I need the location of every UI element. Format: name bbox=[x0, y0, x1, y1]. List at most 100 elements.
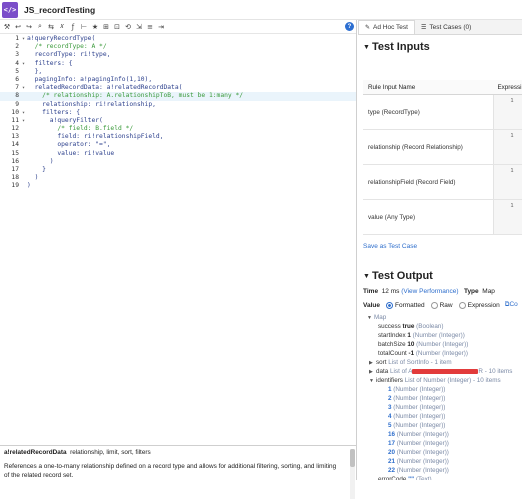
code-line: 15 value: ri!value bbox=[0, 150, 356, 158]
toolbar-button-9[interactable]: ⊞ bbox=[101, 22, 111, 32]
toolbar-button-2[interactable]: ↪ bbox=[24, 22, 34, 32]
tree-key: errorCode bbox=[378, 476, 409, 480]
copy-label: Co bbox=[509, 301, 518, 308]
tree-value: -1 bbox=[408, 350, 416, 357]
test-inputs-header[interactable]: ▼ Test Inputs bbox=[363, 41, 430, 53]
code-line: 8 /* relationship: A.relationshipToB, mu… bbox=[0, 92, 356, 101]
test-output-title: Test Output bbox=[371, 270, 433, 282]
chevron-down-icon: ▼ bbox=[363, 43, 370, 51]
toolbar-button-7[interactable]: ⊢ bbox=[79, 22, 89, 32]
expand-down-icon[interactable]: ▼ bbox=[369, 377, 376, 386]
raw-radio[interactable] bbox=[430, 301, 438, 309]
test-output-header[interactable]: ▼ Test Output bbox=[363, 270, 433, 282]
table-header: Rule Input Name Expressi bbox=[363, 80, 522, 95]
code-line: 12 /* field: B.field */ bbox=[0, 125, 356, 133]
toolbar-button-5[interactable]: 𝑥 bbox=[57, 22, 67, 32]
code-text: filters: { bbox=[27, 59, 73, 67]
code-line: 10 ▾ filters: { bbox=[0, 109, 356, 117]
help-icon[interactable]: ? bbox=[345, 22, 354, 31]
tree-value: 17 bbox=[388, 440, 397, 447]
tree-node: totalCount -1 (Number (Integer)) bbox=[363, 349, 512, 358]
line-number: 8 bbox=[15, 92, 19, 100]
table-row: type (RecordType) 1 bbox=[363, 95, 522, 130]
code-text: pagingInfo: a!pagingInfo(1,10), bbox=[27, 75, 153, 83]
column-header-expression: Expressi bbox=[497, 84, 522, 91]
line-number: 18 bbox=[11, 174, 19, 182]
toolbar-button-6[interactable]: ƒ bbox=[68, 22, 78, 32]
list-item: 4 (Number (Integer)) bbox=[363, 412, 512, 421]
expression-input[interactable]: 1 bbox=[493, 200, 522, 234]
tree-value: 20 bbox=[388, 449, 397, 456]
expression-radio[interactable] bbox=[458, 301, 466, 309]
toolbar-button-8[interactable]: ★ bbox=[90, 22, 100, 32]
tree-key: batchSize bbox=[378, 341, 408, 348]
toolbar-button-11[interactable]: ⟲ bbox=[123, 22, 133, 32]
toolbar-button-4[interactable]: ⇆ bbox=[46, 22, 56, 32]
line-number: 3 bbox=[15, 51, 19, 59]
tree-node: ▼ identifiers List of Number (Integer) - … bbox=[363, 376, 512, 385]
redaction-bar bbox=[412, 368, 479, 374]
code-line: 6 pagingInfo: a!pagingInfo(1,10), bbox=[0, 76, 356, 84]
tree-type: (Number (Integer)) bbox=[393, 386, 446, 393]
toolbar-button-10[interactable]: ⊡ bbox=[112, 22, 122, 32]
code-text: /* field: B.field */ bbox=[27, 125, 134, 133]
code-line: 11 ▾ a!queryFilter( bbox=[0, 117, 356, 125]
line-number: 1 bbox=[510, 168, 514, 174]
toolbar-button-0[interactable]: ⚒ bbox=[2, 22, 12, 32]
rule-input-name: type (RecordType) bbox=[368, 108, 420, 116]
tree-key: success bbox=[378, 323, 403, 330]
tree-type: List of SortInfo - 1 item bbox=[388, 359, 452, 366]
code-line: 9 relationship: ri!relationship, bbox=[0, 101, 356, 109]
tree-type: (Number (Integer)) bbox=[393, 413, 446, 420]
doc-scrollbar[interactable] bbox=[350, 449, 355, 499]
code-text: a!queryRecordType( bbox=[27, 35, 96, 42]
tab-ad-hoc-test[interactable]: ✎ Ad Hoc Test bbox=[358, 20, 415, 34]
code-text: field: ri!relationshipField, bbox=[27, 133, 164, 141]
code-text: relationship: ri!relationship, bbox=[27, 100, 156, 108]
tree-type: List of Number (Integer) - 10 items bbox=[404, 377, 501, 384]
view-performance-link[interactable]: (View Performance) bbox=[401, 288, 458, 295]
formatted-radio[interactable] bbox=[385, 301, 393, 309]
tree-key: sort bbox=[376, 359, 389, 366]
list-item: 16 (Number (Integer)) bbox=[363, 430, 512, 439]
code-editor[interactable]: 1 ▾ a!queryRecordType(2 /* recordType: A *… bbox=[0, 35, 356, 440]
code-text: filters: { bbox=[27, 108, 81, 116]
tree-key: identifiers bbox=[376, 377, 405, 384]
code-line: 4 ▾ filters: { bbox=[0, 60, 356, 68]
test-tabs: ✎ Ad Hoc Test ☰ Test Cases (0) bbox=[358, 20, 522, 35]
expression-input[interactable]: 1 bbox=[493, 130, 522, 164]
list-item: 22 (Number (Integer)) bbox=[363, 466, 512, 475]
code-line: 17 } bbox=[0, 166, 356, 174]
rule-input-name: relationshipField (Record Field) bbox=[368, 178, 456, 186]
time-label: Time bbox=[363, 288, 379, 295]
expression-input[interactable]: 1 bbox=[493, 95, 522, 129]
toolbar-button-14[interactable]: ⇥ bbox=[156, 22, 166, 32]
line-number: 2 bbox=[15, 43, 19, 51]
toolbar-button-13[interactable]: ≡ bbox=[145, 22, 155, 32]
save-as-test-case-link[interactable]: Save as Test Case bbox=[363, 243, 417, 250]
line-number: 13 bbox=[11, 133, 19, 141]
scrollbar-thumb[interactable] bbox=[350, 449, 355, 467]
tree-node: ▶ data List of AR - 10 items bbox=[363, 367, 512, 376]
tree-key: startIndex bbox=[378, 332, 408, 339]
line-number: 17 bbox=[11, 166, 19, 173]
code-line: 3 recordType: ri!type, bbox=[0, 51, 356, 59]
code-line: 7 ▾ relatedRecordData: a!relatedRecordDat… bbox=[0, 84, 356, 92]
line-number: 15 bbox=[11, 149, 19, 157]
toolbar-button-1[interactable]: ↩ bbox=[13, 22, 23, 32]
code-text: value: ri!value bbox=[27, 149, 115, 157]
tree-type: (Number (Integer)) bbox=[396, 440, 449, 447]
list-icon: ☰ bbox=[420, 24, 427, 31]
tree-value: 10 bbox=[407, 341, 417, 348]
tree-root: Map bbox=[374, 314, 387, 321]
toolbar-button-3[interactable]: ⌕ bbox=[35, 22, 45, 32]
tab-test-cases[interactable]: ☰ Test Cases (0) bbox=[415, 20, 477, 34]
tree-type: (Number (Integer)) bbox=[396, 467, 449, 474]
tree-type: (Number (Integer)) bbox=[393, 395, 446, 402]
toolbar-button-12[interactable]: ⇲ bbox=[134, 22, 144, 32]
code-text: /* recordType: A */ bbox=[27, 43, 107, 51]
tree-key: totalCount bbox=[378, 350, 409, 357]
expression-input[interactable]: 1 bbox=[493, 165, 522, 199]
expand-down-icon[interactable]: ▼ bbox=[367, 314, 374, 323]
copy-button[interactable]: ⧉Co bbox=[505, 301, 518, 309]
